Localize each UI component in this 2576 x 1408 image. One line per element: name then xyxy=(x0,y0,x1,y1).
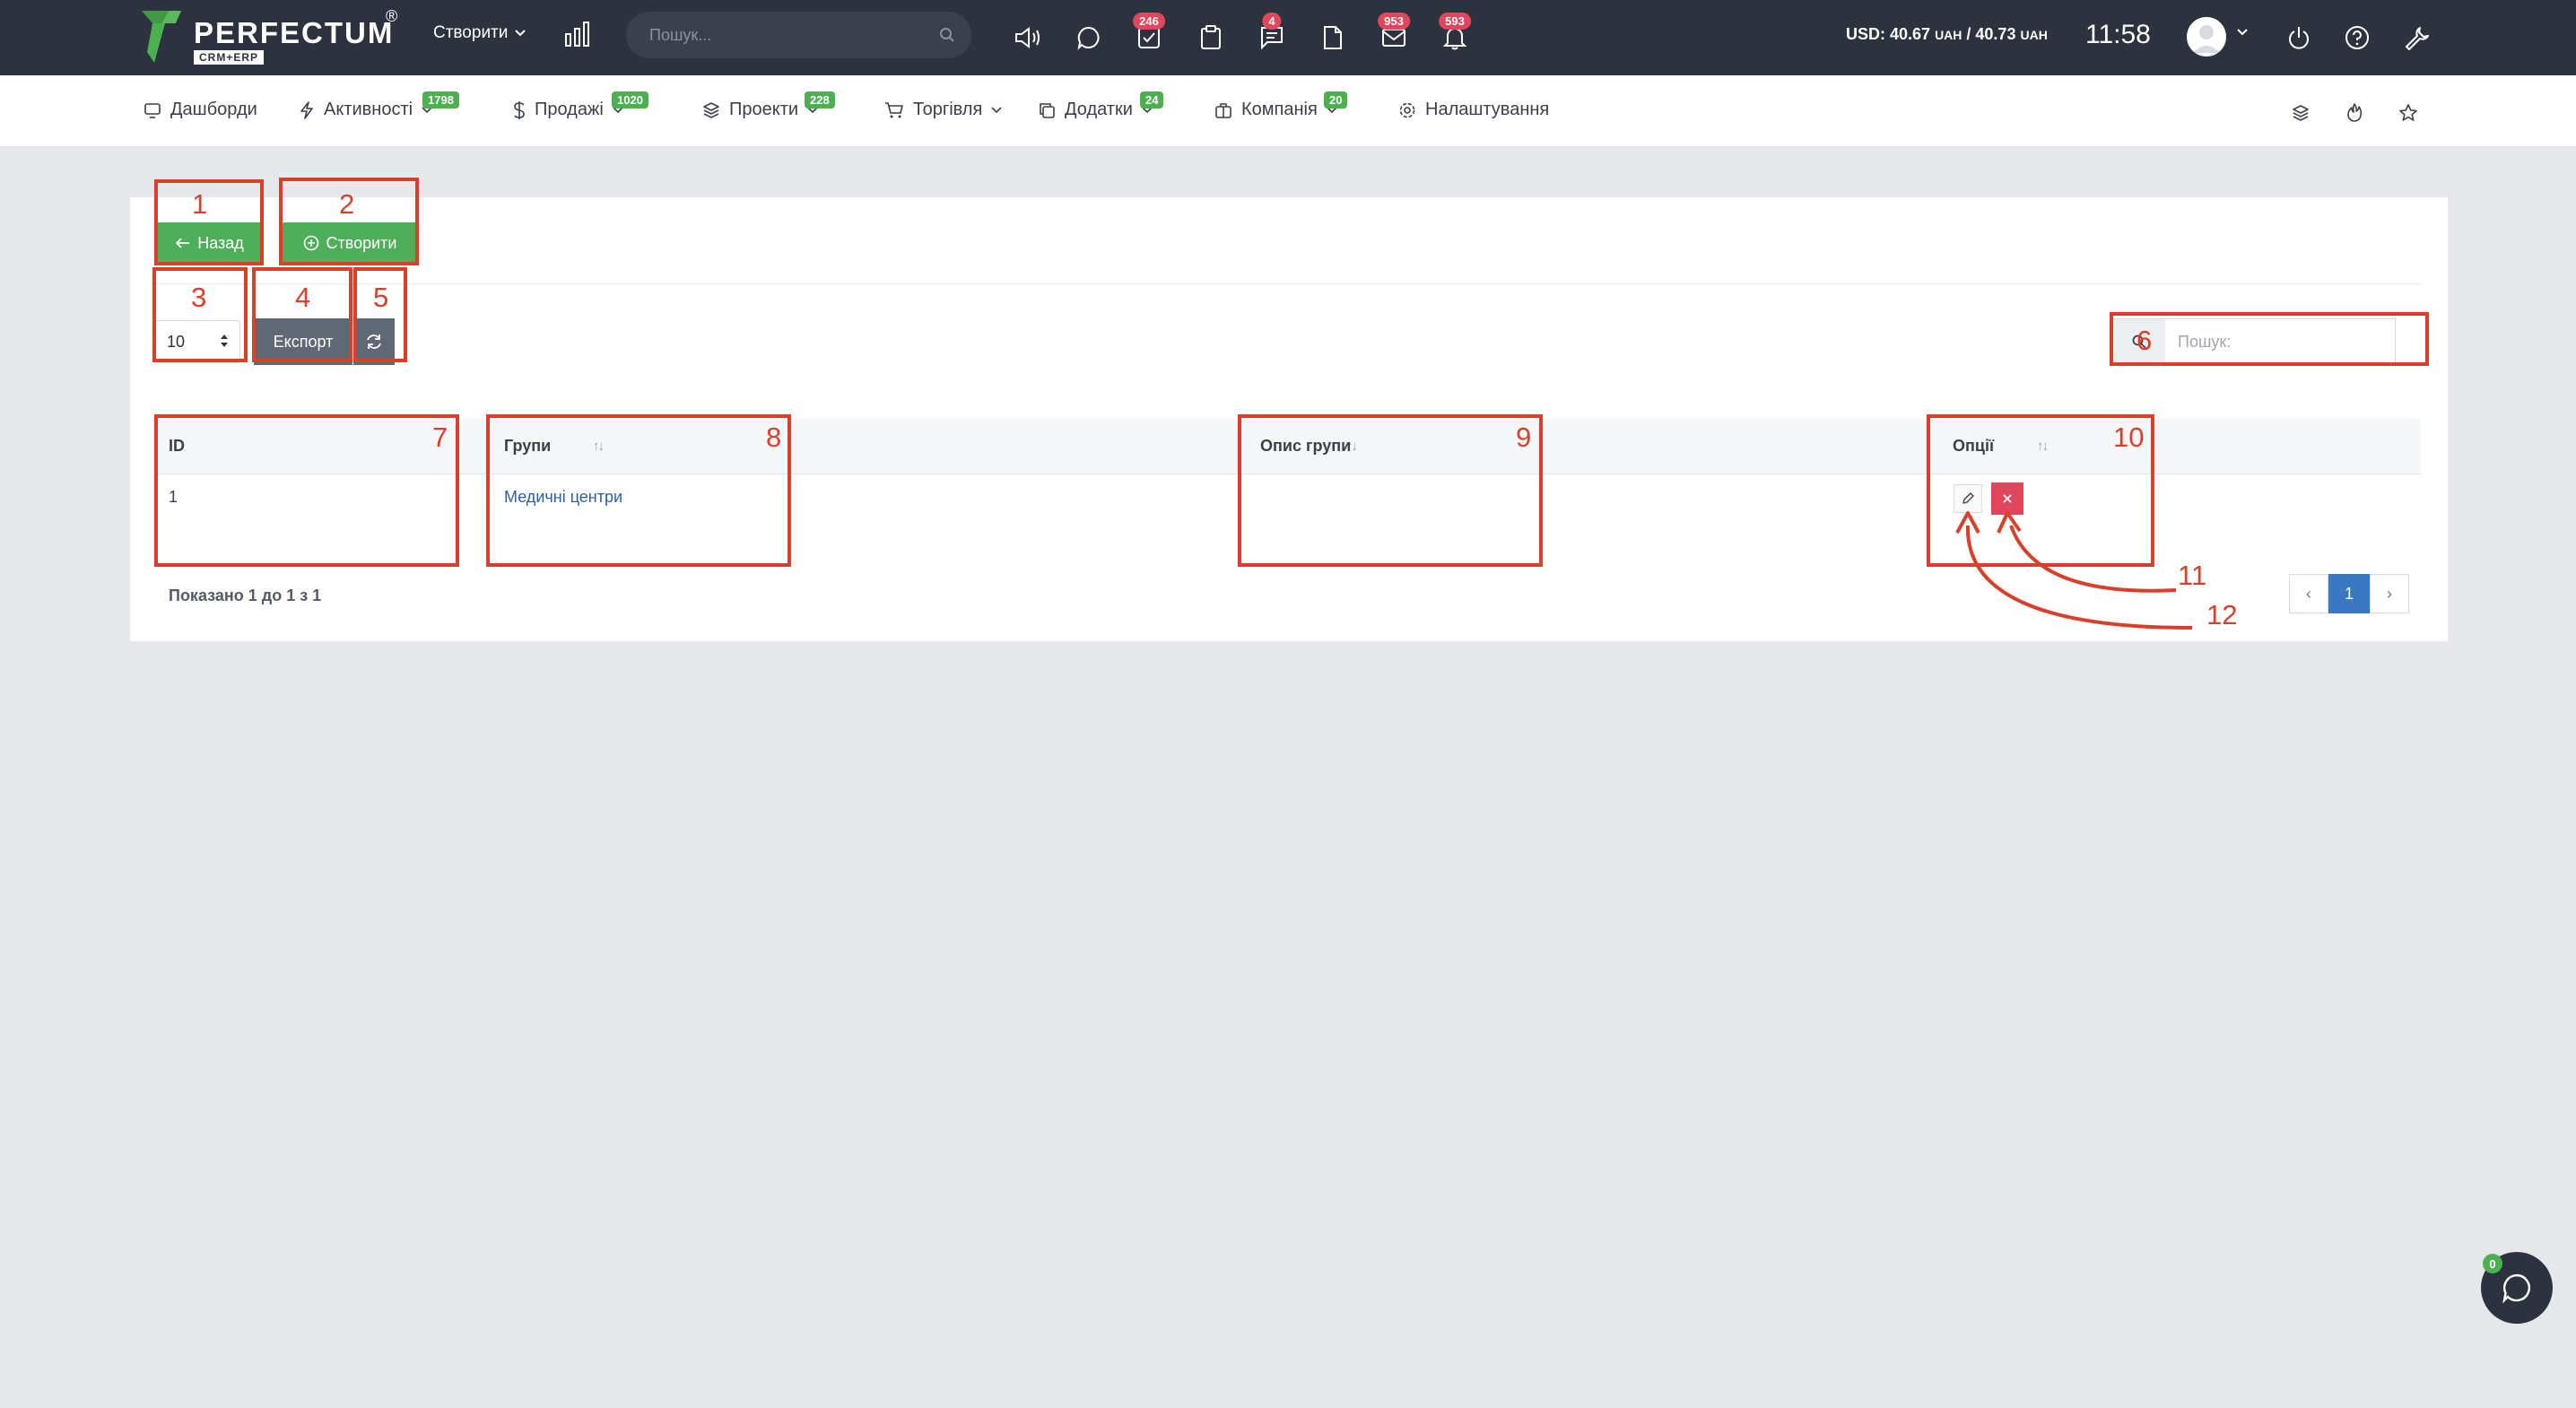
annotation-arrow-11 xyxy=(2009,525,2177,593)
annotation-arrows xyxy=(1955,511,2193,630)
annotation-label-12: 12 xyxy=(2206,599,2238,630)
annotation-label-11: 11 xyxy=(2178,560,2207,591)
chat-bubble-icon xyxy=(2502,1273,2530,1303)
chat-badge: 0 xyxy=(2483,1254,2502,1273)
annotation-arrow-12 xyxy=(1965,525,2193,630)
annotation-arrow-head-11 xyxy=(1997,511,2022,534)
